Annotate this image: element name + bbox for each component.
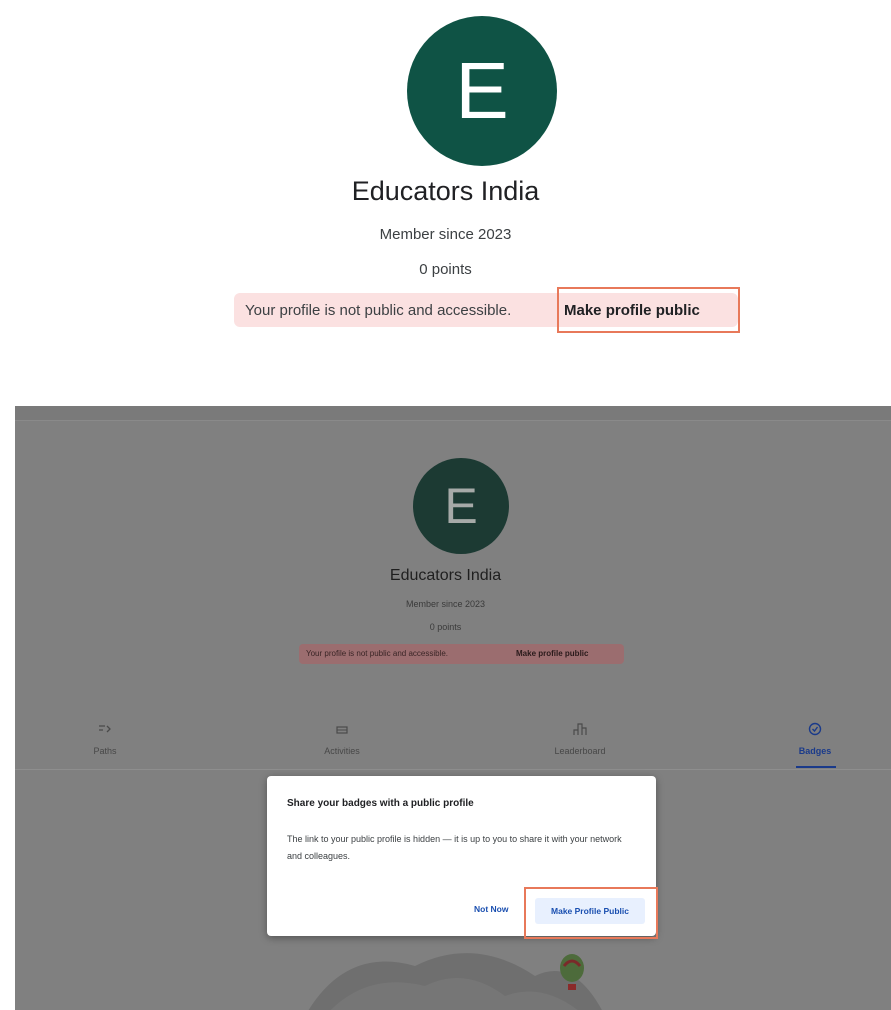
profile-tabs: Paths Activities Leaderboard Badges <box>15 722 891 770</box>
leaderboard-icon <box>520 722 640 742</box>
header-bar <box>15 406 891 421</box>
profile-page-with-dialog: E Educators India Member since 2023 0 po… <box>15 406 891 1010</box>
member-since: Member since 2023 <box>379 226 512 243</box>
profile-name: Educators India <box>389 567 502 584</box>
points-count: 0 points <box>429 622 462 632</box>
avatar: E <box>413 458 509 554</box>
not-now-button[interactable]: Not Now <box>474 904 508 914</box>
active-tab-indicator <box>796 766 836 768</box>
tab-activities[interactable]: Activities <box>282 722 402 768</box>
dialog-body: The link to your public profile is hidde… <box>287 834 622 861</box>
make-profile-public-link[interactable]: Make profile public <box>516 649 588 658</box>
badges-icon <box>755 722 875 742</box>
avatar-initial: E <box>444 478 478 534</box>
private-profile-notice: Your profile is not public and accessibl… <box>299 644 624 664</box>
tab-label: Activities <box>324 746 360 756</box>
tab-label: Paths <box>93 746 117 756</box>
member-since: Member since 2023 <box>405 599 486 609</box>
tab-badges[interactable]: Badges <box>755 722 875 768</box>
tab-label: Badges <box>798 746 832 756</box>
tab-leaderboard[interactable]: Leaderboard <box>520 722 640 768</box>
activities-icon <box>282 722 402 742</box>
avatar: E <box>407 16 557 166</box>
tabs-divider <box>15 769 891 770</box>
points-count: 0 points <box>419 261 472 278</box>
tab-paths[interactable]: Paths <box>45 722 165 768</box>
dialog-title: Share your badges with a public profile <box>287 798 474 809</box>
highlight-box <box>557 287 740 333</box>
highlight-box <box>524 887 658 939</box>
notice-text: Your profile is not public and accessibl… <box>245 302 512 319</box>
paths-icon <box>45 722 165 742</box>
avatar-initial: E <box>455 46 509 135</box>
notice-text: Your profile is not public and accessibl… <box>306 649 449 658</box>
profile-header-zoomed: E Educators India Member since 2023 0 po… <box>0 0 891 400</box>
tab-label: Leaderboard <box>554 746 606 756</box>
profile-name: Educators India <box>351 176 540 206</box>
